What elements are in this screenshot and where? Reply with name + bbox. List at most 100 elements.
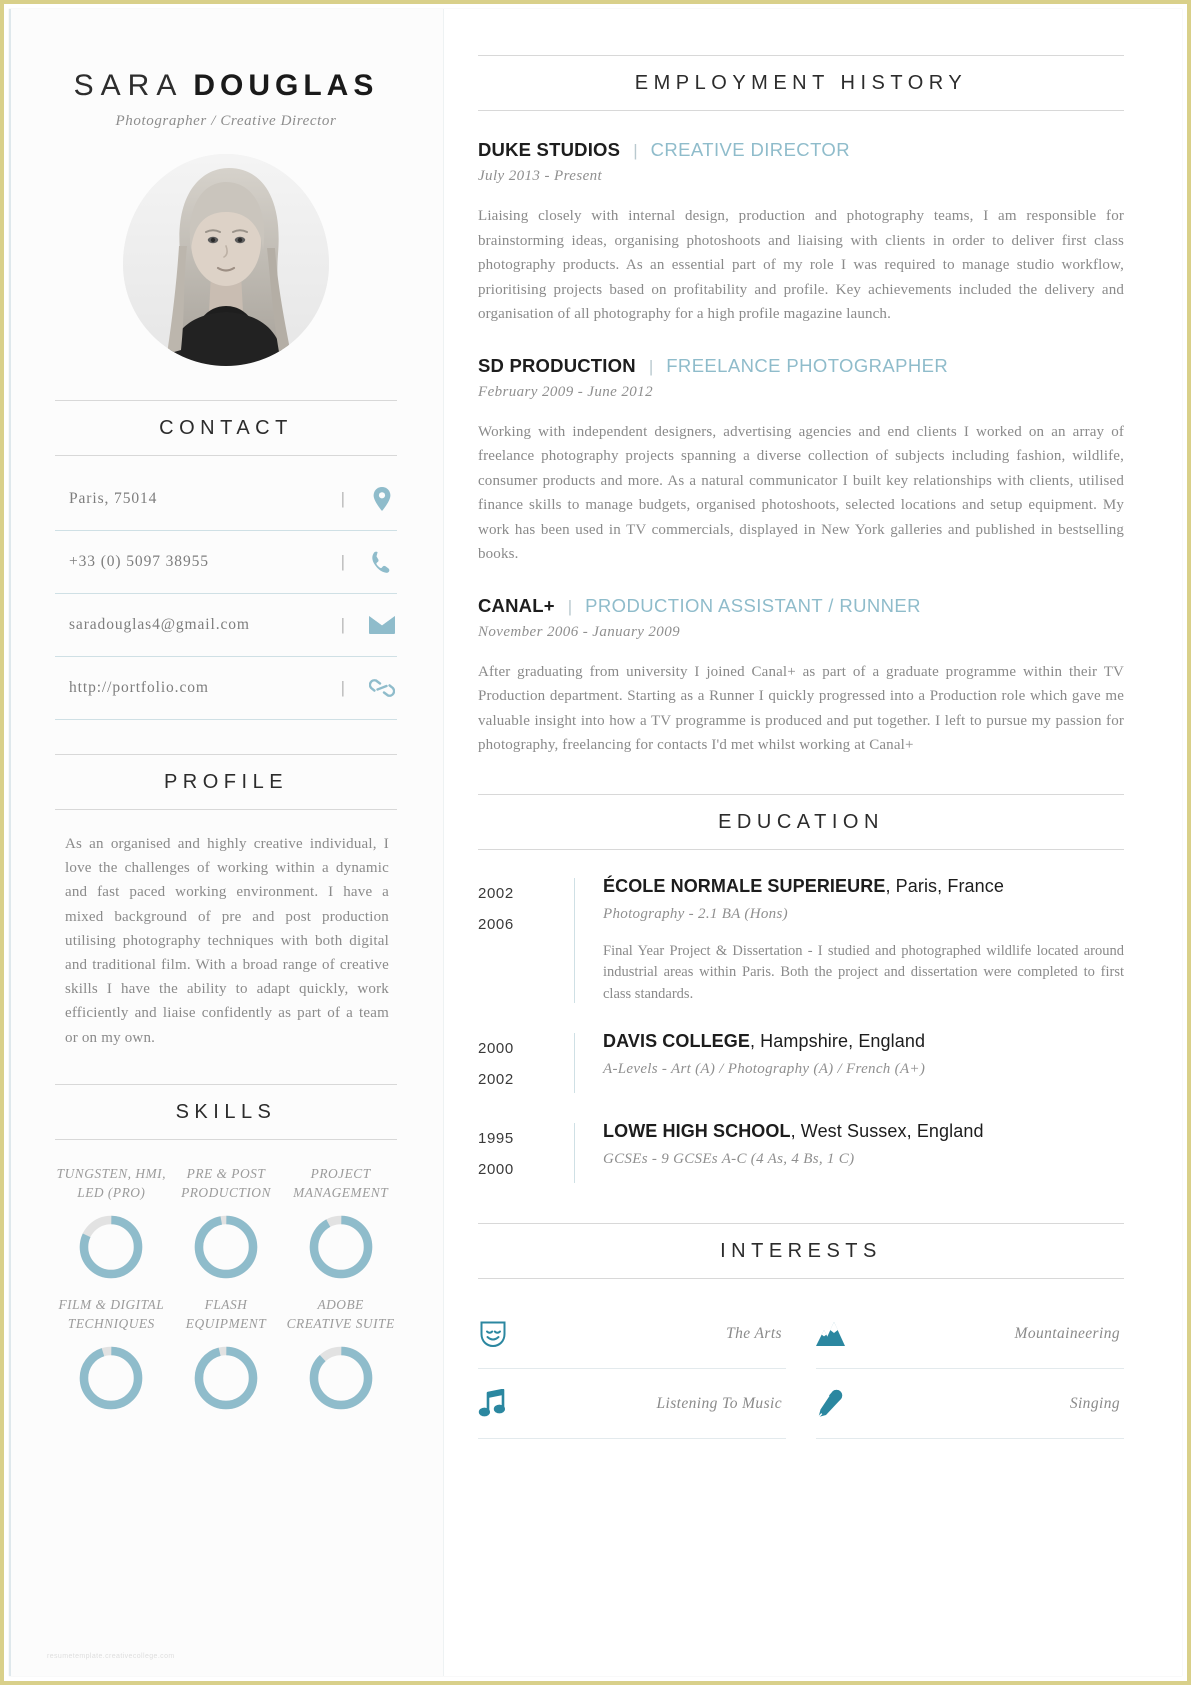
contact-section-header: CONTACT — [55, 400, 397, 456]
interest-label: Mountaineering — [1014, 1324, 1120, 1342]
skill-donut-chart — [309, 1215, 372, 1279]
microphone-icon — [816, 1389, 868, 1419]
theatre-mask-icon — [478, 1319, 530, 1349]
job-entry: SD PRODUCTION | FREELANCE PHOTOGRAPHER F… — [478, 355, 1124, 567]
job-title: Photographer / Creative Director — [115, 113, 337, 129]
job-description: Working with independent designers, adve… — [478, 423, 1124, 563]
skill-donut-chart — [80, 1215, 143, 1279]
last-name: DOUGLAS — [193, 69, 379, 102]
education-school-name: ÉCOLE NORMALE SUPERIEURE — [603, 875, 886, 896]
contact-separator: | — [340, 615, 345, 634]
page-title: SARA DOUGLAS — [55, 69, 397, 103]
contact-location-text: Paris, 75014 — [69, 490, 158, 507]
job-dates: February 2009 - June 2012 — [478, 383, 653, 400]
contact-list: Paris, 75014 | +33 (0) 5097 38955 | sara… — [55, 468, 397, 720]
envelope-icon — [367, 616, 397, 634]
contact-item-email[interactable]: saradouglas4@gmail.com | — [55, 594, 397, 657]
job-separator: | — [648, 356, 654, 376]
education-divider — [574, 1123, 575, 1183]
first-name: SARA — [73, 69, 184, 102]
mountains-icon — [816, 1320, 868, 1348]
interests-section-header: INTERESTS — [478, 1223, 1124, 1279]
education-year-end: 2006 — [478, 915, 514, 933]
contact-heading: CONTACT — [159, 417, 293, 439]
contact-item-website[interactable]: http://portfolio.com | — [55, 657, 397, 720]
education-school: DAVIS COLLEGE, Hampshire, England — [603, 1031, 1124, 1052]
skill-item: PROJECT MANAGEMENT — [284, 1164, 397, 1281]
contact-separator: | — [340, 678, 345, 697]
interest-item-listening-to-music: Listening To Music — [478, 1369, 786, 1439]
education-section-header: EDUCATION — [478, 793, 1124, 850]
employment-heading: EMPLOYMENT HISTORY — [634, 72, 968, 94]
skill-item: ADOBE CREATIVE SUITE — [284, 1295, 397, 1412]
job-header: SD PRODUCTION | FREELANCE PHOTOGRAPHER — [478, 355, 1124, 377]
interests-heading: INTERESTS — [720, 1240, 882, 1262]
interest-label: Listening To Music — [656, 1394, 782, 1412]
job-entry: DUKE STUDIOS | CREATIVE DIRECTOR July 20… — [478, 139, 1124, 327]
job-header: DUKE STUDIOS | CREATIVE DIRECTOR — [478, 139, 1124, 161]
skill-item: PRE & POST PRODUCTION — [170, 1164, 283, 1281]
education-divider — [574, 1033, 575, 1093]
skill-item: TUNGSTEN, HMI, LED (PRO) — [55, 1164, 168, 1281]
education-details: LOWE HIGH SCHOOL, West Sussex, England G… — [603, 1121, 1124, 1185]
education-years: 1995 2000 — [478, 1121, 574, 1185]
music-note-icon — [478, 1388, 530, 1419]
contact-website-text: http://portfolio.com — [69, 679, 209, 696]
resume-sheet: SARA DOUGLAS Photographer / Creative Dire… — [9, 9, 1182, 1676]
job-description: After graduating from university I joine… — [478, 663, 1124, 754]
phone-icon — [367, 551, 397, 574]
education-divider — [574, 877, 575, 1003]
job-description: Liaising closely with internal design, p… — [478, 208, 1124, 322]
education-note: Final Year Project & Dissertation - I st… — [603, 942, 1124, 1002]
contact-item-phone[interactable]: +33 (0) 5097 38955 | — [55, 531, 397, 594]
job-company: CANAL+ — [478, 594, 555, 616]
sidebar: SARA DOUGLAS Photographer / Creative Dire… — [9, 9, 444, 1676]
education-year-end: 2000 — [478, 1161, 514, 1178]
skill-donut-chart — [194, 1346, 258, 1410]
skill-label: PRE & POST PRODUCTION — [181, 1165, 271, 1200]
education-year-end: 2002 — [478, 1071, 514, 1088]
job-company: SD PRODUCTION — [478, 354, 636, 376]
job-role: FREELANCE PHOTOGRAPHER — [666, 354, 949, 376]
link-icon — [367, 677, 397, 699]
job-separator: | — [567, 596, 573, 616]
skill-donut-chart — [80, 1346, 143, 1410]
interests-grid: The Arts Mountaineering Listening To Mus… — [478, 1299, 1124, 1439]
education-qualification: A-Levels - Art (A) / Photography (A) / F… — [603, 1061, 926, 1077]
skill-donut-chart — [194, 1215, 258, 1279]
education-entry: 2000 2002 DAVIS COLLEGE, Hampshire, Engl… — [478, 1031, 1124, 1095]
education-school-name: DAVIS COLLEGE — [603, 1031, 750, 1051]
education-details: ÉCOLE NORMALE SUPERIEURE, Paris, France … — [603, 876, 1124, 1006]
education-entry: 1995 2000 LOWE HIGH SCHOOL, West Sussex,… — [478, 1121, 1124, 1185]
skill-label: ADOBE CREATIVE SUITE — [286, 1296, 395, 1331]
education-years: 2002 2006 — [478, 876, 574, 1006]
education-school: ÉCOLE NORMALE SUPERIEURE, Paris, France — [603, 876, 1124, 897]
site-credit: resumetemplate.creativecollege.com — [47, 1653, 175, 1660]
skill-label: PROJECT MANAGEMENT — [293, 1165, 389, 1200]
education-school-location: , Hampshire, England — [749, 1031, 926, 1051]
contact-email-text: saradouglas4@gmail.com — [69, 616, 250, 633]
job-dates: November 2006 - January 2009 — [478, 623, 680, 640]
portrait-photo-icon — [123, 154, 329, 366]
interest-item-singing: Singing — [816, 1369, 1124, 1439]
profile-section-header: PROFILE — [55, 754, 397, 810]
job-header: CANAL+ | PRODUCTION ASSISTANT / RUNNER — [478, 595, 1124, 617]
interest-label: The Arts — [726, 1324, 782, 1342]
resume-page: SARA DOUGLAS Photographer / Creative Dire… — [0, 0, 1191, 1685]
education-details: DAVIS COLLEGE, Hampshire, England A-Leve… — [603, 1031, 1124, 1095]
skill-item: FLASH EQUIPMENT — [170, 1295, 283, 1412]
profile-heading: PROFILE — [163, 771, 289, 793]
employment-section-header: EMPLOYMENT HISTORY — [478, 55, 1124, 111]
skill-item: FILM & DIGITAL TECHNIQUES — [55, 1295, 168, 1412]
education-qualification: Photography - 2.1 BA (Hons) — [603, 905, 788, 922]
contact-separator: | — [340, 489, 345, 508]
job-role: PRODUCTION ASSISTANT / RUNNER — [585, 594, 921, 616]
interest-label: Singing — [1069, 1394, 1120, 1412]
education-years: 2000 2002 — [478, 1031, 574, 1095]
main-content: EMPLOYMENT HISTORY DUKE STUDIOS | CREATI… — [444, 9, 1182, 1676]
contact-phone-text: +33 (0) 5097 38955 — [69, 553, 209, 570]
skills-section-header: SKILLS — [55, 1083, 397, 1140]
education-year-start: 1995 — [478, 1130, 514, 1147]
skills-grid: TUNGSTEN, HMI, LED (PRO) PRE & POST PROD… — [55, 1164, 397, 1412]
contact-item-location[interactable]: Paris, 75014 | — [55, 468, 397, 531]
